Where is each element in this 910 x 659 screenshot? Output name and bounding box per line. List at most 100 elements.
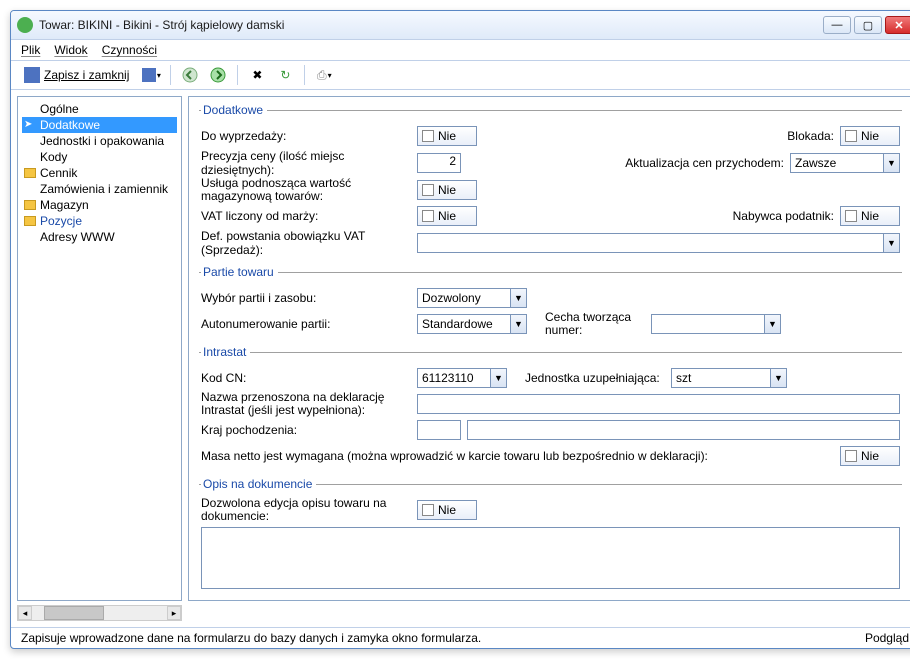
def-vat-combo[interactable]: ▼ bbox=[417, 233, 900, 253]
print-button[interactable]: ⎙▾ bbox=[313, 64, 335, 86]
tools-button[interactable]: ✖ bbox=[246, 64, 268, 86]
nav-item-jednostki[interactable]: Jednostki i opakowania bbox=[22, 133, 177, 149]
main-panel: Dodatkowe Do wyprzedaży: Nie Blokada: Ni… bbox=[188, 96, 910, 601]
refresh-icon: ↻ bbox=[280, 68, 290, 82]
chevron-down-icon: ▼ bbox=[764, 315, 780, 333]
kraj-code-input[interactable] bbox=[417, 420, 461, 440]
chevron-down-icon: ▼ bbox=[770, 369, 786, 387]
aktualizacja-combo[interactable]: Zawsze▼ bbox=[790, 153, 900, 173]
minimize-button[interactable]: — bbox=[823, 16, 851, 34]
menu-czynnosci[interactable]: Czynności bbox=[102, 43, 157, 57]
nav-item-zamowienia[interactable]: Zamówienia i zamiennik bbox=[22, 181, 177, 197]
nav-item-ogolne[interactable]: Ogólne bbox=[22, 101, 177, 117]
folder-icon bbox=[24, 168, 36, 178]
status-hint: Zapisuje wprowadzone dane na formularzu … bbox=[21, 631, 481, 645]
folder-icon bbox=[24, 200, 36, 210]
blokada-label: Blokada: bbox=[724, 129, 834, 143]
checkbox-icon bbox=[422, 210, 434, 222]
nav-item-magazyn[interactable]: Magazyn bbox=[22, 197, 177, 213]
kodcn-combo[interactable]: 61123110▼ bbox=[417, 368, 507, 388]
arrow-right-icon bbox=[210, 67, 226, 83]
def-vat-label: Def. powstania obowiązku VAT (Sprzedaż): bbox=[201, 229, 411, 257]
nabywca-label: Nabywca podatnik: bbox=[714, 209, 834, 223]
close-window-button[interactable]: ✕ bbox=[885, 16, 910, 34]
dozw-edycja-label: Dozwolona edycja opisu towaru na dokumen… bbox=[201, 497, 411, 523]
kraj-label: Kraj pochodzenia: bbox=[201, 423, 411, 437]
opis-textarea[interactable] bbox=[201, 527, 900, 589]
nav-item-dodatkowe[interactable]: ➤Dodatkowe bbox=[22, 117, 177, 133]
podglad-button[interactable]: Podgląd bbox=[865, 631, 909, 645]
vat-marza-label: VAT liczony od marży: bbox=[201, 209, 411, 223]
group-opis: Opis na dokumencie Dozwolona edycja opis… bbox=[199, 477, 902, 591]
toolbar: Zapisz i zamknij ▾ ✖ ↻ ⎙▾ bbox=[11, 61, 910, 90]
app-icon bbox=[17, 17, 33, 33]
cecha-combo[interactable]: ▼ bbox=[651, 314, 781, 334]
chevron-down-icon: ▼ bbox=[510, 289, 526, 307]
window: Towar: BIKINI - Bikini - Strój kąpielowy… bbox=[10, 10, 910, 649]
aktualizacja-label: Aktualizacja cen przychodem: bbox=[487, 156, 784, 170]
nabywca-toggle[interactable]: Nie bbox=[840, 206, 900, 226]
window-title: Towar: BIKINI - Bikini - Strój kąpielowy… bbox=[39, 18, 823, 32]
checkbox-icon bbox=[422, 184, 434, 196]
nav-back-button[interactable] bbox=[179, 64, 201, 86]
do-wyprzedazy-toggle[interactable]: Nie bbox=[417, 126, 477, 146]
group-intrastat-legend: Intrastat bbox=[201, 345, 250, 359]
chevron-down-icon: ▼ bbox=[883, 234, 899, 252]
checkbox-icon bbox=[845, 130, 857, 142]
dozw-edycja-toggle[interactable]: Nie bbox=[417, 500, 477, 520]
vat-marza-toggle[interactable]: Nie bbox=[417, 206, 477, 226]
save-and-close-button[interactable]: Zapisz i zamknij bbox=[19, 65, 134, 85]
kodcn-label: Kod CN: bbox=[201, 371, 411, 385]
nav-sidebar: Ogólne ➤Dodatkowe Jednostki i opakowania… bbox=[17, 96, 182, 601]
wrench-icon: ✖ bbox=[252, 68, 262, 82]
nav-current-arrow-icon: ➤ bbox=[24, 119, 32, 130]
kraj-name-input[interactable] bbox=[467, 420, 900, 440]
masa-toggle[interactable]: Nie bbox=[840, 446, 900, 466]
nav-item-adresy[interactable]: Adresy WWW bbox=[22, 229, 177, 245]
refresh-button[interactable]: ↻ bbox=[274, 64, 296, 86]
checkbox-icon bbox=[422, 130, 434, 142]
jednostka-label: Jednostka uzupełniająca: bbox=[525, 371, 665, 385]
checkbox-icon bbox=[845, 210, 857, 222]
precyzja-label: Precyzja ceny (ilość miejsc dziesiętnych… bbox=[201, 149, 411, 177]
group-dodatkowe-legend: Dodatkowe bbox=[201, 103, 267, 117]
save-and-close-label: Zapisz i zamknij bbox=[44, 68, 129, 82]
checkbox-icon bbox=[422, 504, 434, 516]
wybor-partii-combo[interactable]: Dozwolony▼ bbox=[417, 288, 527, 308]
nazwa-intrastat-label: Nazwa przenoszona na deklarację Intrasta… bbox=[201, 391, 411, 417]
arrow-left-icon bbox=[182, 67, 198, 83]
autonum-label: Autonumerowanie partii: bbox=[201, 317, 411, 331]
nazwa-intrastat-input[interactable] bbox=[417, 394, 900, 414]
group-intrastat: Intrastat Kod CN: 61123110▼ Jednostka uz… bbox=[199, 345, 902, 471]
nav-item-kody[interactable]: Kody bbox=[22, 149, 177, 165]
menu-plik[interactable]: Plik bbox=[21, 43, 40, 57]
autonum-combo[interactable]: Standardowe▼ bbox=[417, 314, 527, 334]
wybor-partii-label: Wybór partii i zasobu: bbox=[201, 291, 411, 305]
folder-icon bbox=[24, 216, 36, 226]
checkbox-icon bbox=[845, 450, 857, 462]
sidebar-hscrollbar[interactable]: ◂▸ bbox=[17, 605, 182, 621]
menu-bar: Plik Widok Czynności bbox=[11, 40, 910, 61]
usluga-label: Usługa podnosząca wartość magazynową tow… bbox=[201, 177, 411, 203]
save-dropdown-button[interactable]: ▾ bbox=[140, 64, 162, 86]
masa-label: Masa netto jest wymagana (można wprowadz… bbox=[201, 449, 834, 463]
blokada-toggle[interactable]: Nie bbox=[840, 126, 900, 146]
chevron-down-icon: ▼ bbox=[510, 315, 526, 333]
printer-icon: ⎙ bbox=[317, 68, 327, 83]
do-wyprzedazy-label: Do wyprzedaży: bbox=[201, 129, 411, 143]
menu-widok[interactable]: Widok bbox=[54, 43, 87, 57]
maximize-button[interactable]: ▢ bbox=[854, 16, 882, 34]
jednostka-combo[interactable]: szt▼ bbox=[671, 368, 787, 388]
status-bar: Zapisuje wprowadzone dane na formularzu … bbox=[11, 627, 910, 648]
precyzja-input[interactable]: 2 bbox=[417, 153, 461, 173]
chevron-down-icon: ▼ bbox=[883, 154, 899, 172]
group-partie-legend: Partie towaru bbox=[201, 265, 278, 279]
nav-item-pozycje[interactable]: Pozycje bbox=[22, 213, 177, 229]
group-partie: Partie towaru Wybór partii i zasobu: Doz… bbox=[199, 265, 902, 339]
nav-item-cennik[interactable]: Cennik bbox=[22, 165, 177, 181]
floppy-icon bbox=[24, 67, 40, 83]
chevron-down-icon: ▼ bbox=[490, 369, 506, 387]
cecha-label: Cecha tworząca numer: bbox=[545, 311, 645, 337]
nav-forward-button[interactable] bbox=[207, 64, 229, 86]
usluga-toggle[interactable]: Nie bbox=[417, 180, 477, 200]
